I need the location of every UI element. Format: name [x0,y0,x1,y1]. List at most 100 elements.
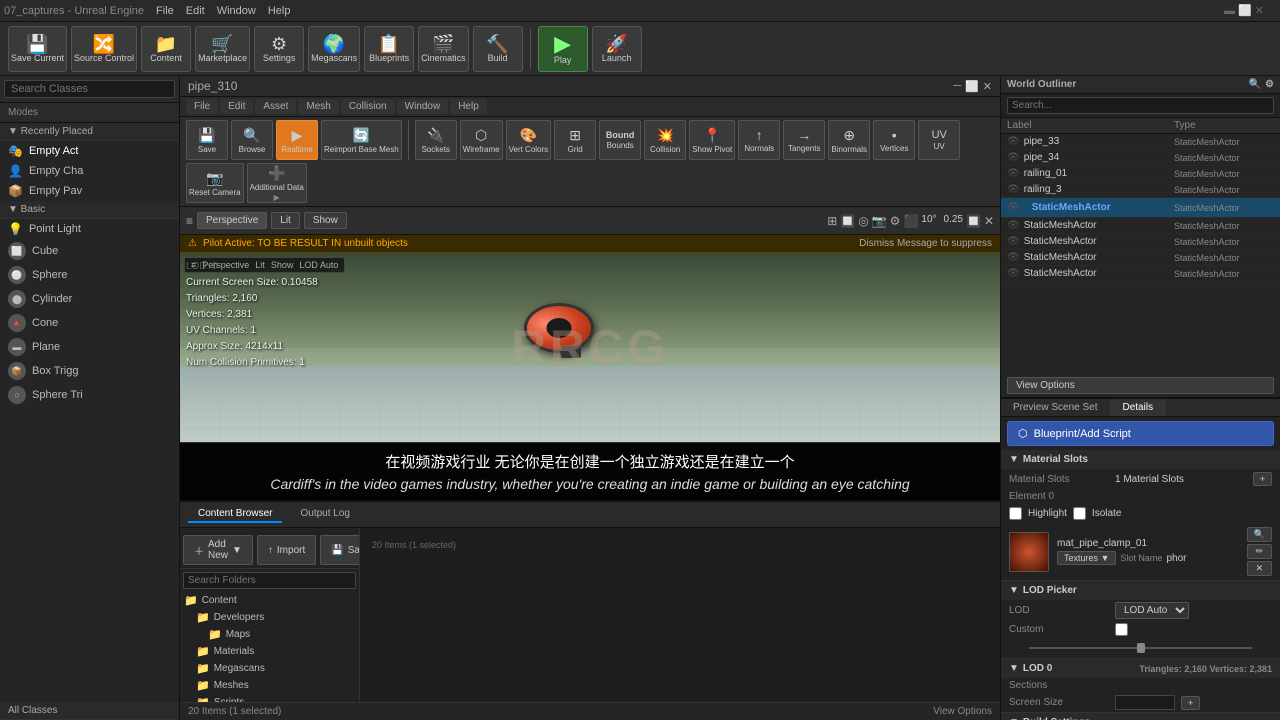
build-button[interactable]: 🔨 Build [473,26,523,72]
lod-slider-thumb[interactable] [1137,643,1145,653]
outliner-item-railing3[interactable]: 👁 railing_3 StaticMeshActor [1001,182,1280,198]
maps-folder[interactable]: 📁 Maps [180,626,359,643]
launch-button[interactable]: 🚀 Launch [592,26,642,72]
add-new-button[interactable]: ＋ Add New ▼ [183,535,253,565]
outliner-item-staticmesh3[interactable]: 👁 StaticMeshActor StaticMeshActor [1001,234,1280,250]
reimport-button[interactable]: 🔄 Reimport Base Mesh [321,120,402,160]
lod0-header[interactable]: ▼ LOD 0 Triangles: 2,160 Vertices: 2,381 [1001,659,1280,678]
blueprints-button[interactable]: 📋 Blueprints [364,26,414,72]
view-options-button[interactable]: View Options [933,706,992,717]
outliner-item-staticmesh2[interactable]: 👁 StaticMeshActor StaticMeshActor [1001,218,1280,234]
minimize-icon[interactable]: ─ [953,80,961,92]
save-current-button[interactable]: 💾 Save Current [8,26,67,72]
mesh-collision-tab[interactable]: Collision [341,99,395,114]
visibility-icon[interactable]: 👁 [1007,220,1020,231]
mesh-mesh-tab[interactable]: Mesh [298,99,338,114]
save-content-button[interactable]: 💾 Save [320,535,360,565]
plane-item[interactable]: ▬ Plane [0,335,179,359]
outliner-item-staticmesh1[interactable]: 👁 StaticMeshActor StaticMeshActor [1001,198,1280,218]
tangents-button[interactable]: → Tangents [783,120,825,160]
viewport-icon-5[interactable]: ⚙ [890,214,901,228]
outliner-item-railing01[interactable]: 👁 railing_01 StaticMeshActor [1001,166,1280,182]
empty-act-item[interactable]: 🎭 Empty Act [0,141,179,161]
outliner-item-staticmesh5[interactable]: 👁 StaticMeshActor StaticMeshActor [1001,266,1280,282]
recently-placed-header[interactable]: ▼ Recently Placed [0,123,179,141]
outliner-settings-icon[interactable]: ⚙ [1265,79,1274,90]
visibility-icon[interactable]: 👁 [1007,252,1020,263]
outliner-search-icon[interactable]: 🔍 [1249,79,1261,90]
point-light-item[interactable]: 💡 Point Light [0,219,179,239]
content-button[interactable]: 📁 Content [141,26,191,72]
build-settings-header[interactable]: ▼ Build Settings [1001,713,1280,720]
folder-search-input[interactable] [183,572,356,589]
show-pivot-button[interactable]: 📍 Show Pivot [689,120,735,160]
visibility-icon[interactable]: 👁 [1007,202,1020,213]
lod-picker-header[interactable]: ▼ LOD Picker [1001,581,1280,600]
visibility-icon[interactable]: 👁 [1007,152,1020,163]
megascans-folder[interactable]: 📁 Megascans [180,660,359,677]
menu-edit[interactable]: Edit [186,5,205,17]
additional-data-button[interactable]: ➕ Additional Data ▶ [247,163,307,203]
maximize-icon[interactable]: ⬜ [965,80,979,93]
developers-folder[interactable]: 📁 Developers [180,609,359,626]
megascans-button[interactable]: 🌍 Megascans [308,26,360,72]
content-folder[interactable]: 📁 Content [180,592,359,609]
visibility-icon[interactable]: 👁 [1007,268,1020,279]
output-log-tab[interactable]: Output Log [290,506,359,523]
settings-button[interactable]: ⚙ Settings [254,26,304,72]
outliner-item-pipe33[interactable]: 👁 pipe_33 StaticMeshActor [1001,134,1280,150]
grid-button[interactable]: ⊞ Grid [554,120,596,160]
highlight-checkbox[interactable] [1009,507,1022,520]
menu-help[interactable]: Help [268,5,291,17]
visibility-icon[interactable]: 👁 [1007,184,1020,195]
viewport-icon-3[interactable]: ◎ [858,214,868,228]
empty-char-item[interactable]: 👤 Empty Cha [0,161,179,181]
menu-window[interactable]: Window [217,5,256,17]
browse-material-button[interactable]: 🔍 [1247,527,1272,542]
dismiss-warning-button[interactable]: Dismiss Message to suppress [859,238,992,249]
visibility-icon[interactable]: 👁 [1007,168,1020,179]
screen-size-add-button[interactable]: + [1181,696,1200,710]
mesh-help-tab[interactable]: Help [450,99,487,114]
save-mesh-button[interactable]: 💾 Save [186,120,228,160]
cinematics-button[interactable]: 🎬 Cinematics [418,26,469,72]
scripts-folder[interactable]: 📁 Scripts [180,694,359,702]
visibility-icon[interactable]: 👁 [1007,236,1020,247]
realtime-button[interactable]: ▶ Realtime [276,120,318,160]
show-button[interactable]: Show [304,212,347,229]
viewport-menu-icon[interactable]: ≡ [186,214,193,228]
perspective-button[interactable]: Perspective [197,212,267,229]
viewport-icon-4[interactable]: 📷 [872,214,887,228]
lod-slider[interactable] [1029,647,1252,649]
custom-lod-checkbox[interactable] [1115,623,1128,636]
close-icon[interactable]: ✕ [983,80,992,93]
wireframe-button[interactable]: ⬡ Wireframe [460,120,503,160]
browse-button[interactable]: 🔍 Browse [231,120,273,160]
viewport-icon-1[interactable]: ⊞ [827,214,837,228]
basic-header[interactable]: ▼ Basic [0,201,179,219]
material-slots-header[interactable]: ▼ Material Slots [1001,450,1280,469]
materials-folder[interactable]: 📁 Materials [180,643,359,660]
vertices-button[interactable]: • Vertices [873,120,915,160]
blueprint-add-script-button[interactable]: ⬡ Blueprint/Add Script [1007,421,1274,446]
outliner-item-staticmesh4[interactable]: 👁 StaticMeshActor StaticMeshActor [1001,250,1280,266]
box-trigger-item[interactable]: 📦 Box Trigg [0,359,179,383]
lit-button[interactable]: Lit [271,212,300,229]
menu-file[interactable]: File [156,5,174,17]
sphere-trigger-item[interactable]: ○ Sphere Tri [0,383,179,407]
details-tab[interactable]: Details [1111,399,1167,416]
sphere-item[interactable]: ⚪ Sphere [0,263,179,287]
all-classes-header[interactable]: All Classes [0,702,179,720]
content-main-area[interactable]: 20 Items (1 selected) [360,528,1000,702]
vert-colors-button[interactable]: 🎨 Vert Colors [506,120,552,160]
binormals-button[interactable]: ⊕ Binormals [828,120,870,160]
cone-item[interactable]: 🔺 Cone [0,311,179,335]
isolate-checkbox[interactable] [1073,507,1086,520]
viewport-icon-7[interactable]: 🔲 [966,214,981,228]
lod-select[interactable]: LOD Auto [1115,602,1189,619]
play-button[interactable]: ▶ Play [538,26,588,72]
import-button[interactable]: ↑ Import [257,535,316,565]
material-thumbnail[interactable] [1009,532,1049,572]
cube-item[interactable]: ⬜ Cube [0,239,179,263]
mesh-edit-tab[interactable]: Edit [220,99,253,114]
